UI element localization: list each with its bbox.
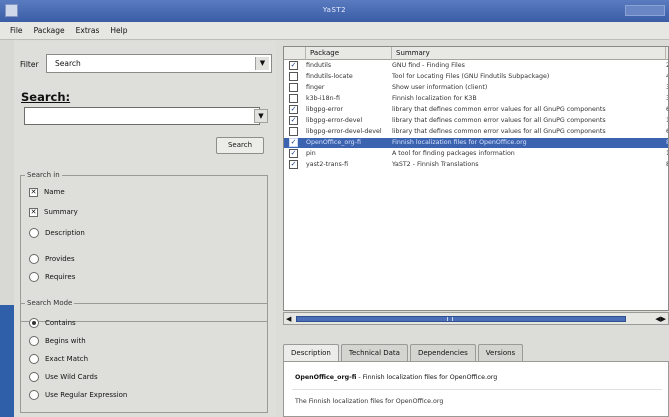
title-bar: YaST2 [0,0,669,22]
search-mode-group: Search Mode Contains Begins with Exact M… [20,299,268,413]
search-mode-regex-option[interactable]: Use Regular Expression [29,389,127,401]
not-installed-box-icon[interactable] [289,83,298,92]
radio-icon[interactable] [29,390,39,400]
table-row[interactable]: libgpg-error-devel-devel library that de… [284,127,668,137]
description-title: OpenOffice_org-fi - Finnish localization… [295,374,498,381]
radio-icon[interactable] [29,354,39,364]
tab-versions[interactable]: Versions [477,344,524,361]
filter-dropdown-value: Search [55,59,81,68]
package-panel: Package Summary Si ✓ findutils GNU find … [279,41,669,417]
horizontal-scrollbar[interactable]: ◀ ◀▶ [283,312,669,325]
description-body: The Finnish localization files for OpenO… [295,398,444,405]
search-in-description-option[interactable]: Description [29,227,85,239]
table-row[interactable]: ✓ pin A tool for finding packages inform… [284,149,668,159]
checkbox-icon[interactable]: ✕ [29,187,38,197]
search-mode-contains-option[interactable]: Contains [29,317,76,329]
column-header-package[interactable]: Package [306,47,392,60]
column-header-status[interactable] [284,47,306,60]
search-mode-wild-cards-option[interactable]: Use Wild Cards [29,371,98,383]
desktop-background [0,40,14,417]
filter-panel: Filter Search ▼ Search: ▼ Search Search … [14,41,276,417]
filter-label: Filter [20,60,39,69]
radio-icon[interactable] [29,272,39,282]
table-row[interactable]: ✓ libgpg-error library that defines comm… [284,105,668,115]
window-controls[interactable] [625,5,665,16]
tab-technical-data[interactable]: Technical Data [340,344,408,361]
installed-check-icon[interactable]: ✓ [289,138,298,147]
installed-check-icon[interactable]: ✓ [289,160,298,169]
table-header: Package Summary Si [284,47,668,60]
search-in-provides-option[interactable]: Provides [29,253,75,265]
column-header-summary[interactable]: Summary [392,47,666,60]
table-row[interactable]: findutils-locate Tool for Locating Files… [284,72,668,82]
installed-check-icon[interactable]: ✓ [289,116,298,125]
tab-dependencies[interactable]: Dependencies [409,344,476,361]
checkbox-icon[interactable]: ✕ [29,207,38,217]
menu-extras[interactable]: Extras [76,26,100,35]
search-in-name-option[interactable]: ✕ Name [29,186,65,198]
search-in-summary-option[interactable]: ✕ Summary [29,206,78,218]
scrollbar-thumb[interactable] [296,316,626,322]
radio-icon[interactable] [29,336,39,346]
table-row[interactable]: ✓ findutils GNU find - Finding Files 229 [284,61,668,71]
search-heading: Search: [21,90,71,104]
scroll-left-icon[interactable]: ◀ [286,315,291,323]
dropdown-arrow-icon[interactable]: ▼ [255,57,269,70]
not-installed-box-icon[interactable] [289,127,298,136]
installed-check-icon[interactable]: ✓ [289,105,298,114]
filter-dropdown[interactable]: Search ▼ [46,54,272,73]
installed-check-icon[interactable]: ✓ [289,61,298,70]
installed-check-icon[interactable]: ✓ [289,149,298,158]
package-table: Package Summary Si ✓ findutils GNU find … [283,46,669,311]
menu-file[interactable]: File [10,26,23,35]
description-pane: OpenOffice_org-fi - Finnish localization… [283,361,669,417]
scroll-right-icon[interactable]: ◀▶ [655,315,666,323]
table-row[interactable]: ✓ libgpg-error-devel library that define… [284,116,668,126]
not-installed-box-icon[interactable] [289,94,298,103]
search-in-legend: Search in [25,171,62,179]
search-mode-exact-match-option[interactable]: Exact Match [29,353,88,365]
search-button[interactable]: Search [216,137,264,154]
search-input[interactable] [24,107,260,125]
table-row[interactable]: finger Show user information (client) 31 [284,83,668,93]
table-row[interactable]: k3b-i18n-fi Finnish localization for K3B… [284,94,668,104]
search-mode-legend: Search Mode [25,299,75,307]
tab-description[interactable]: Description [283,344,339,361]
details-tabs: Description Technical Data Dependencies … [283,344,525,361]
radio-icon[interactable] [29,228,39,238]
menu-bar: File Package Extras Help [0,22,669,40]
search-in-requires-option[interactable]: Requires [29,271,75,283]
not-installed-box-icon[interactable] [289,72,298,81]
table-row[interactable]: ✓ yast2-trans-fi YaST2 - Finnish Transla… [284,160,668,170]
table-row-selected[interactable]: ✓ OpenOffice_org-fi Finnish localization… [284,138,668,148]
radio-selected-icon[interactable] [29,318,39,328]
window-title: YaST2 [322,6,347,14]
menu-package[interactable]: Package [34,26,65,35]
search-history-dropdown-icon[interactable]: ▼ [254,109,268,123]
radio-icon[interactable] [29,254,39,264]
search-mode-begins-with-option[interactable]: Begins with [29,335,86,347]
menu-help[interactable]: Help [110,26,127,35]
radio-icon[interactable] [29,372,39,382]
